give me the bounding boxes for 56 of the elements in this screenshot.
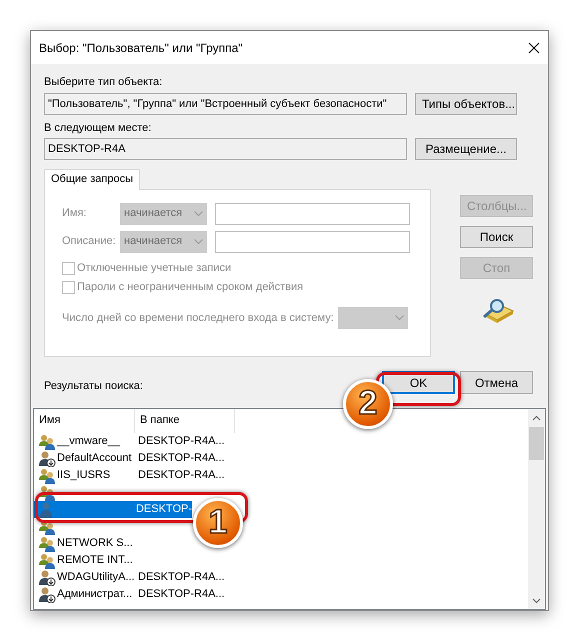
selected-row[interactable]: DESKTOP- xyxy=(34,501,192,518)
folder-text: DESKTOP-R4A... xyxy=(137,570,225,586)
tab[interactable]: Общие запросы xyxy=(44,169,140,190)
field-label: Имя: xyxy=(62,206,88,222)
window-title: Выбор: "Пользователь" или "Группа" xyxy=(39,40,243,56)
dialog-button[interactable]: Отмена xyxy=(460,371,533,394)
name-text: DefaultAccount xyxy=(57,451,132,466)
dropdown[interactable] xyxy=(338,307,408,329)
chevron-icon xyxy=(194,238,203,244)
list-row[interactable]: Администрат... DESKTOP-R4A... xyxy=(34,586,225,603)
chevron-icon xyxy=(194,210,203,216)
name-text: NETWORK S... xyxy=(57,536,133,552)
name-text: WDAGUtilityA... xyxy=(57,570,135,586)
user-icon xyxy=(38,570,56,586)
list-row[interactable]: REMOTE INT... xyxy=(34,552,135,569)
name-text: __vmware__ xyxy=(57,434,120,450)
text-input[interactable] xyxy=(215,230,410,252)
users-icon xyxy=(38,484,56,500)
text-input[interactable] xyxy=(215,202,410,224)
user-icon xyxy=(38,586,56,602)
list-row[interactable]: __vmware__ DESKTOP-R4A... xyxy=(34,433,225,450)
dialog-button[interactable]: Поиск xyxy=(460,226,533,248)
dialog-button[interactable]: Типы объектов... xyxy=(415,92,517,114)
folder-text: DESKTOP- xyxy=(134,502,192,518)
scrollbar[interactable] xyxy=(528,409,545,609)
list-row[interactable]: WDAGUtilityA... DESKTOP-R4A... xyxy=(34,569,225,586)
chevron-icon xyxy=(394,315,404,321)
folder-text: DESKTOP-R4A... xyxy=(137,451,225,466)
field-label: В следующем месте: xyxy=(44,120,152,136)
dialog-button[interactable]: Размещение... xyxy=(415,138,517,160)
search-icon xyxy=(480,298,514,324)
users-icon xyxy=(38,468,56,484)
users-icon xyxy=(38,552,56,568)
readonly-field[interactable]: "Пользователь", "Группа" или "Встроенный субъект безопасности" xyxy=(44,92,407,114)
users-icon xyxy=(38,536,56,552)
list-row[interactable]: NETWORK S... xyxy=(34,535,135,552)
checkbox-label: Отключенные учетные записи xyxy=(77,261,232,276)
name-text: IIS_IUSRS xyxy=(57,468,110,484)
users-icon xyxy=(38,434,56,450)
list-row[interactable]: IIS_IUSRS DESKTOP-R4A... xyxy=(34,467,225,484)
results-label: Результаты поиска: xyxy=(44,379,143,394)
list-row[interactable]: DefaultAccount DESKTOP-R4A... xyxy=(34,450,225,467)
column-header[interactable]: Имя xyxy=(34,409,135,433)
field-label: Описание: xyxy=(62,234,117,250)
column-header[interactable]: В папке xyxy=(135,409,235,433)
name-text: REMOTE INT... xyxy=(57,553,133,568)
name-text: Администрат... xyxy=(57,587,132,602)
readonly-field[interactable]: DESKTOP-R4A xyxy=(44,138,407,160)
checkbox-label: Пароли с неограниченным сроком действия xyxy=(77,280,304,296)
field-label: Число дней со времени последнего входа в систему: xyxy=(62,310,334,326)
field-label: Выберите тип объекта: xyxy=(44,75,162,90)
user-icon xyxy=(38,450,56,466)
close-icon[interactable] xyxy=(528,42,540,54)
folder-text: DESKTOP-R4A... xyxy=(137,468,225,484)
folder-text: DESKTOP-R4A... xyxy=(137,587,225,602)
folder-text: DESKTOP-R4A... xyxy=(137,434,225,450)
